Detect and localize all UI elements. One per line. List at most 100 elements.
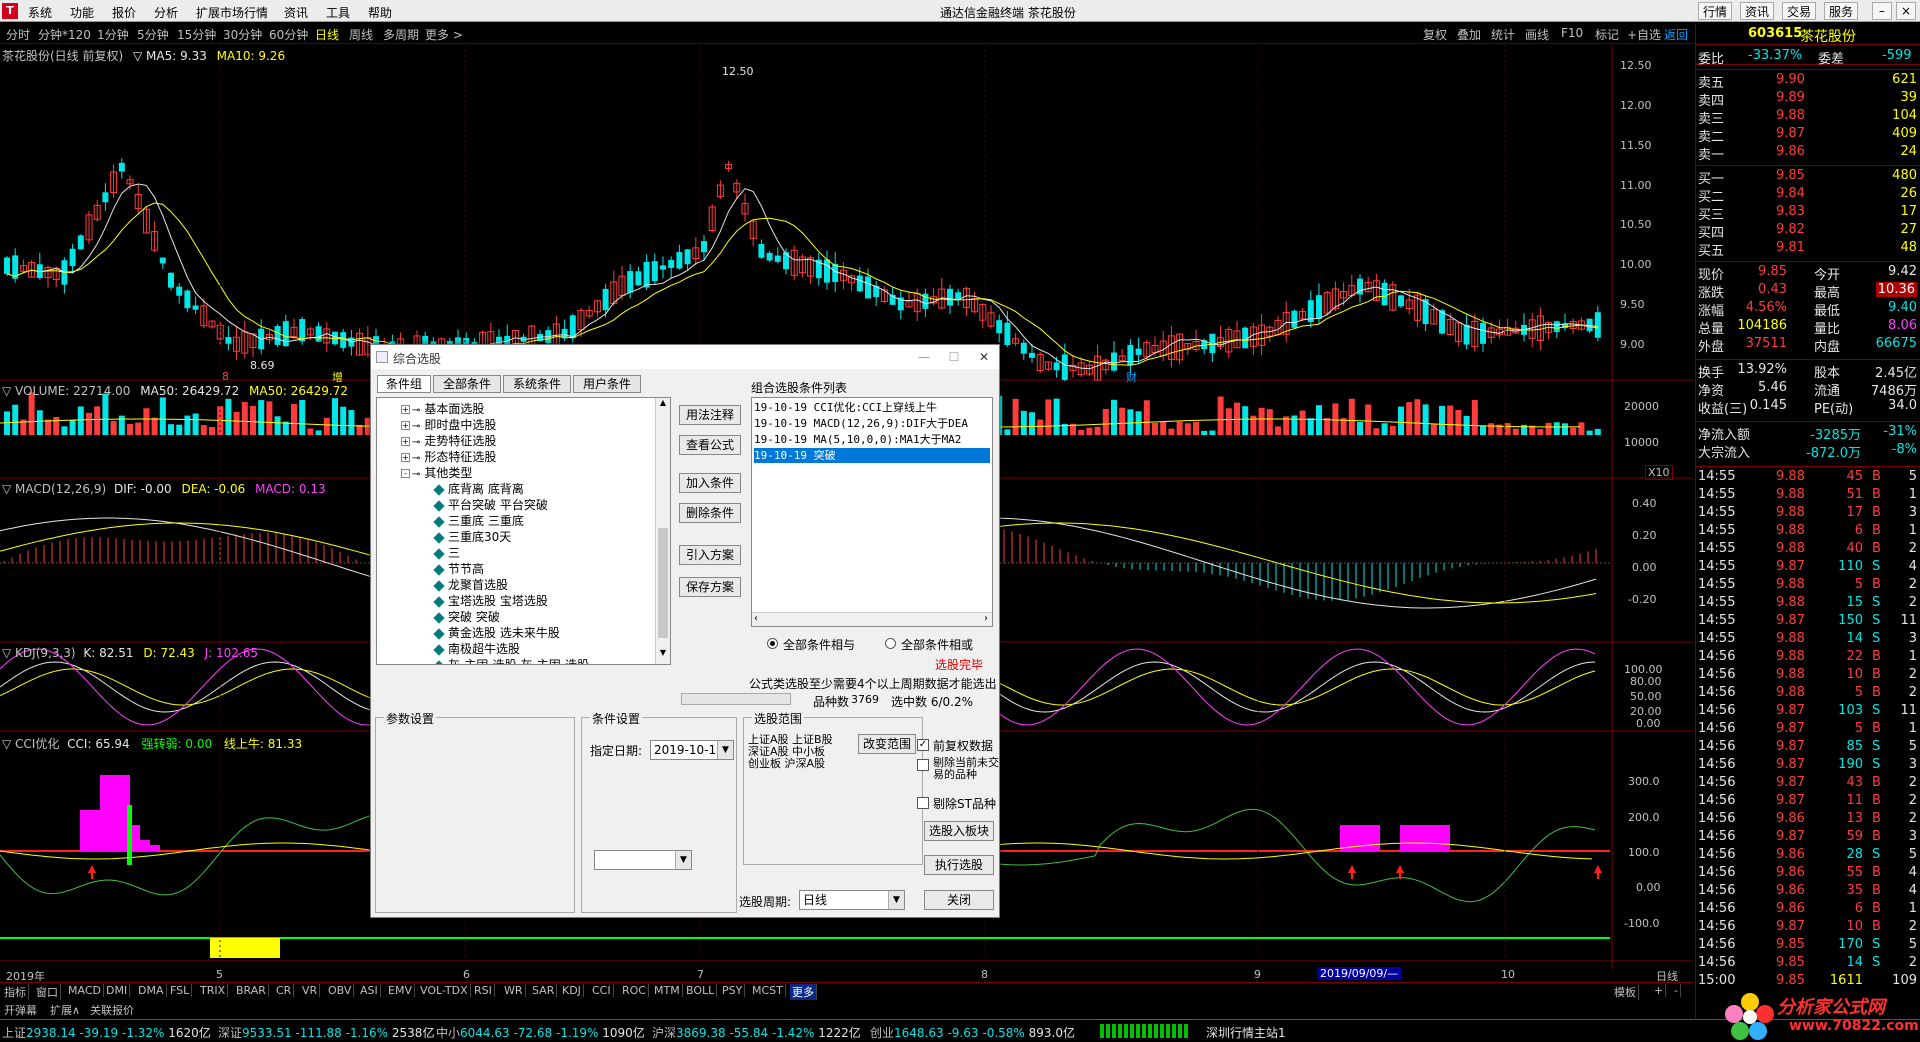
period-1min[interactable]: 1分钟 — [97, 26, 129, 43]
tick-row[interactable]: 14:56 9.87 59 B 3 — [1696, 828, 1920, 846]
tick-row[interactable]: 14:56 9.85 170 S 5 — [1696, 936, 1920, 954]
tree-item[interactable]: - ⊸ 其他类型 — [401, 464, 472, 481]
btn-danmu[interactable]: 开弹幕 — [4, 1002, 37, 1018]
period-daily[interactable]: 日线 — [315, 26, 339, 43]
btn-extend[interactable]: 扩展∧ — [50, 1002, 80, 1018]
index-cy[interactable]: 创业1648.63 -9.63 -0.58% 893.0亿 — [870, 1024, 1075, 1041]
buy-row[interactable]: 买四 9.82 27 — [1696, 221, 1920, 241]
menu-quote[interactable]: 报价 — [112, 4, 136, 21]
condition-list-item[interactable]: 19-10-19 CCI优化:CCI上穿线上牛 — [754, 400, 990, 415]
tree-item[interactable]: 突破 突破 — [433, 608, 500, 625]
period-60min[interactable]: 60分钟 — [269, 26, 308, 43]
period-select[interactable]: 日线 ▼ — [799, 890, 905, 910]
menu-help[interactable]: 帮助 — [368, 4, 392, 21]
tab-condition-group[interactable]: 条件组 — [377, 375, 431, 393]
tick-row[interactable]: 14:56 9.86 55 B 4 — [1696, 864, 1920, 882]
period-5min[interactable]: 5分钟 — [137, 26, 169, 43]
expand-icon[interactable]: + — [401, 453, 410, 462]
btn-linked-quote[interactable]: 关联报价 — [90, 1002, 134, 1018]
expand-icon[interactable]: + — [401, 437, 410, 446]
sell-row[interactable]: 卖四 9.89 39 — [1696, 89, 1920, 109]
btn-draw[interactable]: 画线 — [1525, 26, 1549, 43]
btn-usage-notes[interactable]: 用法注释 — [679, 405, 741, 425]
tick-row[interactable]: 14:56 9.87 190 S 3 — [1696, 756, 1920, 774]
tick-row[interactable]: 14:55 9.88 51 B 1 — [1696, 486, 1920, 504]
tree-item[interactable]: 龙聚首选股 — [433, 576, 508, 593]
period-more[interactable]: 更多 > — [425, 26, 463, 43]
indicator-tab[interactable]: ROC — [620, 984, 649, 997]
scroll-up-icon[interactable]: ▲ — [657, 398, 669, 412]
tree-item[interactable]: 三重底30天 — [433, 528, 511, 545]
indicator-tab[interactable]: MTM — [652, 984, 683, 997]
template-tab[interactable]: 模板 — [1612, 984, 1639, 1000]
tick-row[interactable]: 14:56 9.87 85 S 5 — [1696, 738, 1920, 756]
chk-fuquan[interactable]: ✓ — [917, 739, 929, 751]
tick-row[interactable]: 14:56 9.86 6 B 1 — [1696, 900, 1920, 918]
tree-item[interactable]: + ⊸ 基本面选股 — [401, 400, 484, 417]
indicator-tab[interactable]: TRIX — [198, 984, 229, 997]
chevron-down-icon[interactable]: ▼ — [717, 741, 733, 759]
tick-row[interactable]: 14:56 9.88 5 B 2 — [1696, 684, 1920, 702]
tree-item[interactable]: 三 — [433, 544, 460, 561]
index-sh[interactable]: 上证2938.14 -39.19 -1.32% 1620亿 — [2, 1024, 211, 1041]
server-name[interactable]: 深圳行情主站1 — [1206, 1024, 1286, 1041]
tree-item[interactable]: 灰-主固-选股 灰-主固-选股 — [433, 656, 589, 664]
indicator-tab[interactable]: 更多 — [790, 984, 817, 1000]
tree-item[interactable]: 南极超牛选股 — [433, 640, 520, 657]
indicator-tab[interactable]: OBV — [326, 984, 355, 997]
menu-tools[interactable]: 工具 — [326, 4, 350, 21]
tree-item[interactable]: 宝塔选股 宝塔选股 — [433, 592, 548, 609]
menu-analysis[interactable]: 分析 — [154, 4, 178, 21]
scroll-down-icon[interactable]: ▼ — [657, 648, 669, 662]
top-btn-info[interactable]: 资讯 — [1740, 2, 1775, 20]
tree-item[interactable]: + ⊸ 即时盘中选股 — [401, 416, 496, 433]
period-multi[interactable]: 多周期 — [383, 26, 419, 43]
indicator-tab[interactable]: WR — [502, 984, 526, 997]
tick-row[interactable]: 14:56 9.86 35 B 4 — [1696, 882, 1920, 900]
condition-list-item[interactable]: 19-10-19 MACD(12,26,9):DIF大于DEA — [754, 416, 990, 431]
menu-system[interactable]: 系统 — [28, 4, 52, 21]
collapse-icon[interactable]: - — [401, 469, 410, 478]
tab-user-conditions[interactable]: 用户条件 — [573, 375, 641, 393]
top-btn-trade[interactable]: 交易 — [1782, 2, 1817, 20]
tick-row[interactable]: 14:55 9.88 14 S 3 — [1696, 630, 1920, 648]
btn-close[interactable]: 关闭 — [924, 890, 994, 910]
dialog-minimize-icon[interactable]: — — [911, 347, 937, 367]
indicator-tab[interactable]: 窗口 — [34, 984, 61, 1000]
indicator-tab[interactable]: FSL — [168, 984, 193, 997]
sell-row[interactable]: 卖五 9.90 621 — [1696, 71, 1920, 91]
tab-all-conditions[interactable]: 全部条件 — [433, 375, 501, 393]
index-zx[interactable]: 中小6044.63 -72.68 -1.19% 1090亿 — [436, 1024, 645, 1041]
tick-row[interactable]: 14:56 9.86 13 B 2 — [1696, 810, 1920, 828]
dialog-titlebar[interactable]: 综合选股 — ☐ ✕ — [371, 345, 999, 369]
indicator-tab[interactable]: VOL-TDX — [418, 984, 471, 997]
condition-list[interactable]: 19-10-19 CCI优化:CCI上穿线上牛 19-10-19 MACD(12,… — [751, 397, 993, 627]
buy-row[interactable]: 买五 9.81 48 — [1696, 239, 1920, 259]
sell-row[interactable]: 卖一 9.86 24 — [1696, 143, 1920, 163]
tick-row[interactable]: 14:56 9.88 22 B 1 — [1696, 648, 1920, 666]
menu-function[interactable]: 功能 — [70, 4, 94, 21]
tick-row[interactable]: 14:55 9.88 17 B 3 — [1696, 504, 1920, 522]
indicator-tab[interactable]: MACD — [66, 984, 104, 997]
expand-icon[interactable]: + — [401, 421, 410, 430]
tree-item[interactable]: 节节高 — [433, 560, 484, 577]
indicator-tab[interactable]: CCI — [590, 984, 614, 997]
scroll-right-icon[interactable]: › — [984, 613, 988, 624]
btn-f10[interactable]: F10 — [1561, 26, 1583, 40]
tick-row[interactable]: 14:56 9.87 43 B 2 — [1696, 774, 1920, 792]
tree-item[interactable]: + ⊸ 走势特征选股 — [401, 432, 496, 449]
tree-item[interactable]: 三重底 三重底 — [433, 512, 524, 529]
indicator-tab[interactable]: BOLL — [684, 984, 718, 997]
top-btn-service[interactable]: 服务 — [1824, 2, 1859, 20]
chk-exclude-halted[interactable] — [917, 759, 929, 771]
indicator-tab[interactable]: MCST — [750, 984, 786, 997]
scroll-thumb[interactable] — [658, 528, 668, 638]
indicator-tab[interactable]: DMA — [136, 984, 167, 997]
tree-item[interactable]: 平台突破 平台突破 — [433, 496, 548, 513]
tick-row[interactable]: 14:56 9.87 10 B 2 — [1696, 918, 1920, 936]
btn-save-plan[interactable]: 保存方案 — [679, 577, 741, 597]
tree-item[interactable]: + ⊸ 形态特征选股 — [401, 448, 496, 465]
period-fenshi[interactable]: 分时 — [6, 26, 30, 43]
plus-icon[interactable]: + — [1652, 984, 1667, 997]
indicator-tab[interactable]: VR — [300, 984, 321, 997]
